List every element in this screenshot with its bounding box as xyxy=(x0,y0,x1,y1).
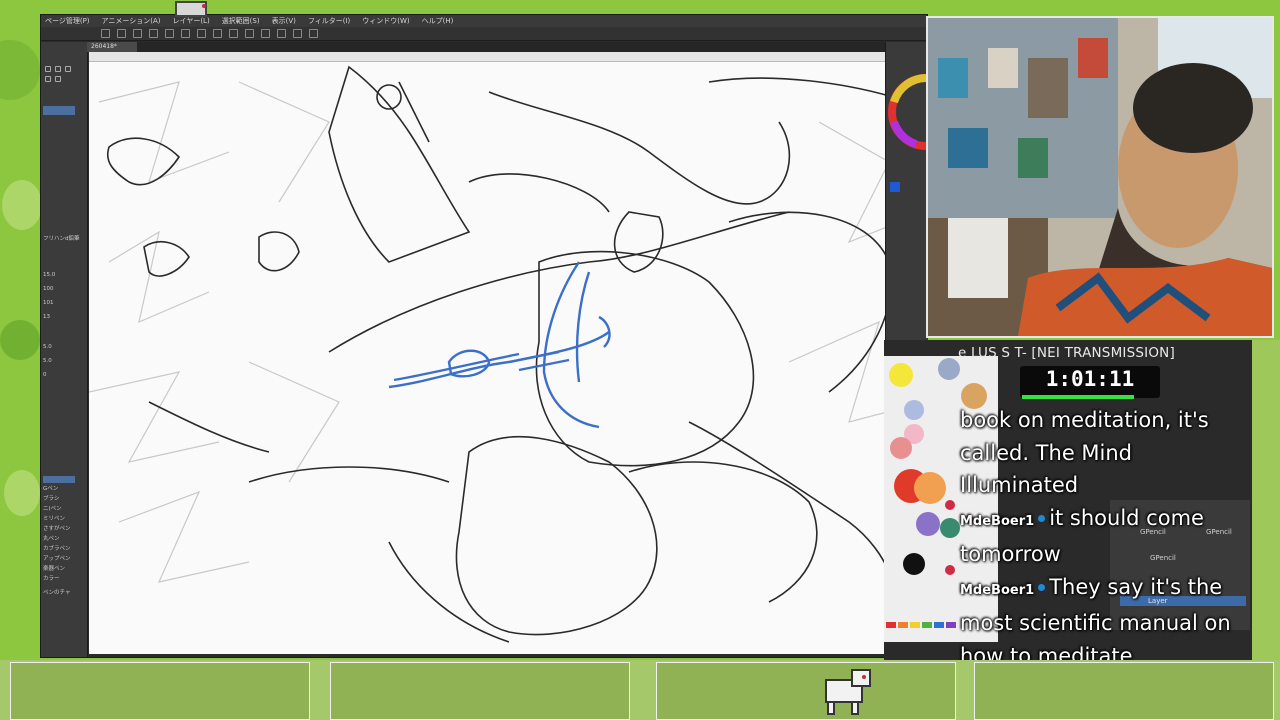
subtool-item[interactable]: ニ(ペン xyxy=(43,504,83,512)
sub-value-1[interactable]: 5.0 xyxy=(43,344,83,352)
subtool-item[interactable]: 丸ペン xyxy=(43,534,83,542)
timer-progress-bar xyxy=(1022,395,1134,399)
stream-timer: 1:01:11 xyxy=(1045,367,1135,391)
chat-message: book on meditation, it's called. The Min… xyxy=(960,404,1250,502)
chat-username: MdeBoer1 xyxy=(960,513,1035,529)
brush-size-value[interactable]: 15.0 xyxy=(43,272,83,280)
right-border-decoration xyxy=(1252,340,1280,660)
webcam-feed xyxy=(926,16,1274,338)
eraser-tool-icon[interactable] xyxy=(55,66,61,72)
undo-icon[interactable] xyxy=(149,29,158,38)
bottom-panel xyxy=(330,662,630,720)
webcam-image xyxy=(928,18,1272,336)
move-tool-icon[interactable] xyxy=(45,76,51,82)
open-file-icon[interactable] xyxy=(117,29,126,38)
ruler xyxy=(89,52,925,62)
document-tab-bar: 260418* xyxy=(87,42,887,52)
fill-icon[interactable] xyxy=(197,29,206,38)
bottom-panel xyxy=(10,662,310,720)
chat-username: MdeBoer1 xyxy=(960,582,1035,598)
color-wheel[interactable] xyxy=(886,42,964,202)
menu-page[interactable]: ページ管理(P) xyxy=(45,16,90,26)
selected-pen-subtool[interactable] xyxy=(43,476,75,483)
subtool-item[interactable]: ミリペン xyxy=(43,514,83,522)
tool-property-panel: フリハンd鉛筆 15.0 100 101 13 5.0 5.0 0 Gペン ブラ… xyxy=(41,42,88,657)
subtool-item[interactable]: さすがペン xyxy=(43,524,83,532)
chat-message: MdeBoer1 it should come tomorrow xyxy=(960,502,1250,571)
stream-title: e LUS S T- [NEI TRANSMISSION] xyxy=(958,345,1175,361)
opacity-value[interactable]: 100 xyxy=(43,286,83,294)
pen-tool-icon[interactable] xyxy=(45,66,51,72)
stabilization-value[interactable]: 13 xyxy=(43,314,83,322)
new-file-icon[interactable] xyxy=(101,29,110,38)
chat-avatar xyxy=(945,565,955,575)
menu-help[interactable]: ヘルプ(H) xyxy=(422,16,454,26)
ruler-icon[interactable] xyxy=(293,29,302,38)
pixel-mouse-icon xyxy=(175,1,207,17)
menu-selection[interactable]: 選択範囲(S) xyxy=(222,16,260,26)
density-value[interactable]: 101 xyxy=(43,300,83,308)
transform-icon[interactable] xyxy=(213,29,222,38)
fill-tool-icon[interactable] xyxy=(55,76,61,82)
drawing-canvas[interactable] xyxy=(89,62,925,654)
bottom-panel xyxy=(656,662,956,720)
sketch-artwork xyxy=(89,65,925,643)
chat-overlay: book on meditation, it's called. The Min… xyxy=(960,404,1250,672)
subtool-item[interactable]: カラー xyxy=(43,574,83,582)
menu-filter[interactable]: フィルター(I) xyxy=(308,16,350,26)
pixel-cat-icon xyxy=(825,669,871,715)
save-icon[interactable] xyxy=(133,29,142,38)
command-bar xyxy=(41,27,927,41)
clear-icon[interactable] xyxy=(229,29,238,38)
menu-animation[interactable]: アニメーション(A) xyxy=(102,16,161,26)
crop-icon[interactable] xyxy=(245,29,254,38)
bottom-panel xyxy=(974,662,1274,720)
subtool-item[interactable]: Gペン xyxy=(43,484,83,492)
user-badge-icon xyxy=(1038,584,1046,591)
user-badge-icon xyxy=(1038,515,1046,522)
redo-icon[interactable] xyxy=(165,29,174,38)
grid-icon[interactable] xyxy=(309,29,318,38)
subtool-item[interactable]: アップペン xyxy=(43,554,83,562)
subtool-item[interactable]: ペンのチャ xyxy=(43,588,83,596)
clip-studio-window: ページ管理(P) アニメーション(A) レイヤー(L) 選択範囲(S) 表示(V… xyxy=(40,14,964,658)
subtool-item[interactable]: ブラシ xyxy=(43,494,83,502)
chat-avatar xyxy=(945,500,955,510)
subtool-item[interactable]: 楽器ペン xyxy=(43,564,83,572)
menu-window[interactable]: ウィンドウ(W) xyxy=(362,16,409,26)
brush-name: フリハンd鉛筆 xyxy=(43,236,80,242)
settings-icon[interactable] xyxy=(181,29,190,38)
selected-subtool[interactable] xyxy=(43,106,75,115)
select-tool-icon[interactable] xyxy=(65,66,71,72)
sub-value-3[interactable]: 0 xyxy=(43,372,83,380)
menu-view[interactable]: 表示(V) xyxy=(272,16,296,26)
check-icon[interactable] xyxy=(261,29,270,38)
document-tab[interactable]: 260418* xyxy=(87,42,137,52)
sub-value-2[interactable]: 5.0 xyxy=(43,358,83,366)
pencil-icon[interactable] xyxy=(277,29,286,38)
chat-message-text: book on meditation, it's called. The Min… xyxy=(960,408,1209,497)
subtool-item[interactable]: カブラペン xyxy=(43,544,83,552)
chat-message: MdeBoer1 They say it's the most scientifi… xyxy=(960,571,1250,673)
